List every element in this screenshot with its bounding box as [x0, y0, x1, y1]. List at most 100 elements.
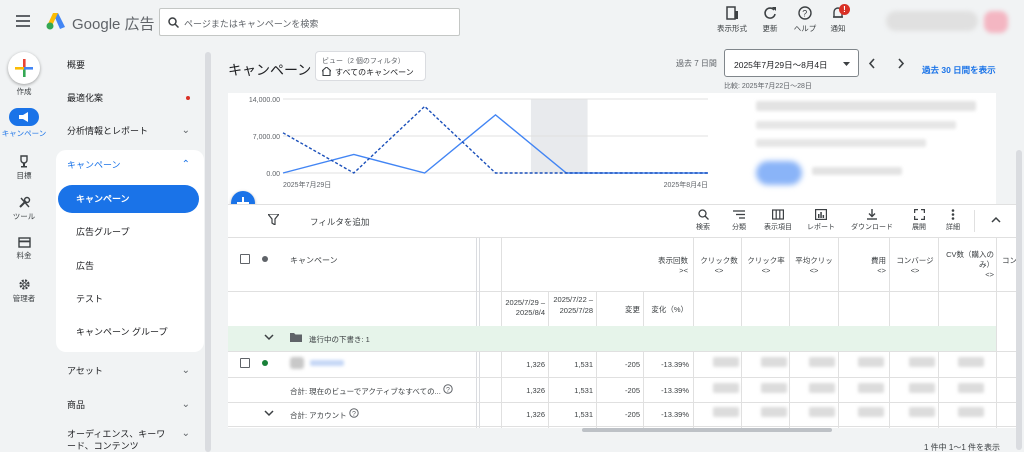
- header-campaign[interactable]: キャンペーン: [290, 255, 338, 266]
- redacted-metric: [858, 383, 884, 393]
- pagination-text: 1 件中 1～1 件を表示: [924, 443, 1001, 452]
- nav-campaigns-label: キャンペーン: [76, 194, 130, 204]
- nav-scrollbar[interactable]: [205, 52, 211, 452]
- cell-current: 1,326: [526, 410, 545, 419]
- nav-assets[interactable]: アセット ⌄: [56, 356, 204, 386]
- chevron-right-icon[interactable]: [897, 58, 905, 69]
- rail-item-billing[interactable]: 料金: [0, 237, 48, 261]
- nav-ad-groups[interactable]: 広告グループ: [56, 217, 204, 247]
- folder-icon: [290, 333, 302, 342]
- toolbar-download-button[interactable]: ダウンロード: [848, 209, 896, 232]
- avatar[interactable]: [984, 11, 1008, 33]
- page-scrollbar[interactable]: [1016, 150, 1022, 450]
- nav-ads[interactable]: 広告: [56, 251, 204, 281]
- refresh-button[interactable]: 更新: [750, 6, 790, 34]
- view-value: すべてのキャンペーン: [335, 68, 414, 77]
- header-impressions[interactable]: 表示回数 ><: [632, 255, 688, 275]
- toolbar-search-button[interactable]: 検索: [690, 209, 716, 232]
- svg-text:?: ?: [352, 411, 356, 418]
- view-selector[interactable]: ビュー（2 個のフィルタ） すべてのキャンペーン: [315, 51, 426, 81]
- row-divider: [228, 351, 1016, 352]
- x-tick-label: 2025年7月29日: [283, 180, 331, 189]
- column-divider: [643, 291, 644, 428]
- select-all-checkbox[interactable]: [240, 254, 250, 264]
- redacted-metric: [958, 383, 984, 393]
- y-tick-label: 0.00: [266, 171, 280, 178]
- compare-text: 比較: 2025年7月22日～28日: [724, 83, 812, 90]
- cell-pct: -13.39%: [661, 410, 689, 419]
- toolbar-more-label: 詳細: [946, 224, 960, 231]
- gear-icon: [18, 279, 30, 290]
- toolbar-columns-button[interactable]: 表示項目: [760, 209, 796, 232]
- help-icon[interactable]: ?: [443, 384, 453, 394]
- horizontal-scrollbar[interactable]: [582, 428, 832, 432]
- notifications-button[interactable]: 通知: [818, 6, 858, 34]
- filter-icon[interactable]: [268, 214, 279, 225]
- nav-ads-label: 広告: [76, 261, 95, 271]
- rail-item-campaigns[interactable]: キャンペーン: [0, 108, 48, 139]
- nav-campaigns-group[interactable]: キャンペーン ⌃: [56, 150, 204, 180]
- campaign-name-redacted[interactable]: [310, 360, 344, 366]
- toolbar-report-button[interactable]: レポート: [804, 209, 838, 232]
- megaphone-icon: [19, 112, 28, 122]
- header-conversions[interactable]: コンバージ <>: [893, 255, 937, 275]
- help-label: ヘルプ: [793, 24, 817, 33]
- header-avg-cpc[interactable]: 平均クリッ <>: [791, 255, 837, 275]
- toolbar-segment-button[interactable]: 分類: [726, 209, 752, 232]
- nav-insights[interactable]: 分析情報とレポート ⌄: [56, 116, 204, 146]
- toolbar-expand-button[interactable]: 展開: [906, 209, 932, 232]
- toolbar-search-label: 検索: [696, 224, 710, 231]
- display-format-button[interactable]: 表示形式: [712, 6, 752, 34]
- nav-overview[interactable]: 概要: [56, 50, 204, 80]
- nav-campaigns[interactable]: キャンペーン: [58, 185, 199, 213]
- segment-icon: [733, 210, 745, 219]
- header-conversions-cut[interactable]: コン: [1002, 255, 1017, 266]
- column-divider: [996, 238, 997, 428]
- search-box[interactable]: ページまたはキャンペーンを検索: [159, 8, 460, 36]
- header-cv-count[interactable]: CV数（購入のみ） <>: [940, 250, 994, 280]
- header-conversions-label: コンバージ: [896, 256, 934, 265]
- menu-icon[interactable]: [16, 15, 30, 30]
- header-ctr-label: クリック率: [747, 256, 785, 265]
- cell-prev: 1,531: [574, 410, 593, 419]
- account-info-redacted[interactable]: [886, 11, 978, 31]
- nav-audiences[interactable]: オーディエンス、キーワード、コンテンツ ⌄: [56, 424, 204, 452]
- cell-prev: 1,531: [574, 386, 593, 395]
- rail-create-label: 作成: [16, 87, 32, 96]
- more-vert-icon: [951, 209, 955, 220]
- help-icon[interactable]: ?: [349, 408, 359, 418]
- header-cost-label: 費用: [871, 256, 886, 265]
- chevron-down-icon[interactable]: [264, 334, 274, 341]
- series-line-2: [282, 105, 708, 174]
- rail-item-admin[interactable]: 管理者: [0, 278, 48, 304]
- redacted-metric: [761, 383, 787, 393]
- subheader-period-prev: 2025/7/22 – 2025/7/28: [553, 295, 593, 315]
- total-account-label: 合計: アカウント: [290, 411, 347, 420]
- row-checkbox[interactable]: [240, 358, 250, 368]
- chevron-down-icon[interactable]: [264, 410, 274, 417]
- chevron-left-icon[interactable]: [868, 58, 876, 69]
- create-button[interactable]: [8, 52, 40, 84]
- collapse-chevron-up-icon[interactable]: [991, 216, 1001, 223]
- rail-item-tools[interactable]: ツール: [0, 196, 48, 222]
- add-filter-button[interactable]: フィルタを追加: [310, 216, 369, 228]
- redacted-metric: [909, 383, 935, 393]
- nav-recommendations[interactable]: 最適化案: [56, 83, 204, 113]
- header-clicks[interactable]: クリック数 <>: [698, 255, 740, 275]
- nav-products[interactable]: 商品 ⌄: [56, 390, 204, 420]
- header-ctr[interactable]: クリック率 <>: [744, 255, 788, 275]
- rail-item-goals[interactable]: 目標: [0, 155, 48, 181]
- svg-text:?: ?: [446, 387, 450, 394]
- date-range-selector[interactable]: 2025年7月29日～8月4日: [724, 49, 859, 77]
- rail-billing-label: 料金: [16, 251, 32, 260]
- view-last-30-days-link[interactable]: 過去 30 日間を表示: [922, 64, 996, 76]
- columns-icon: [772, 209, 784, 220]
- nav-test[interactable]: テスト: [56, 284, 204, 314]
- header-cost[interactable]: 費用 <>: [840, 255, 886, 275]
- redacted-metric: [858, 357, 884, 367]
- header-cv-count-label: CV数（購入のみ）: [946, 250, 994, 269]
- nav-campaign-groups[interactable]: キャンペーン グループ: [56, 317, 204, 347]
- chevron-up-icon: ⌃: [181, 159, 190, 170]
- total-view-label: 合計: 現在のビューでアクティブなすべての...: [290, 387, 441, 396]
- toolbar-more-button[interactable]: 詳細: [940, 209, 966, 232]
